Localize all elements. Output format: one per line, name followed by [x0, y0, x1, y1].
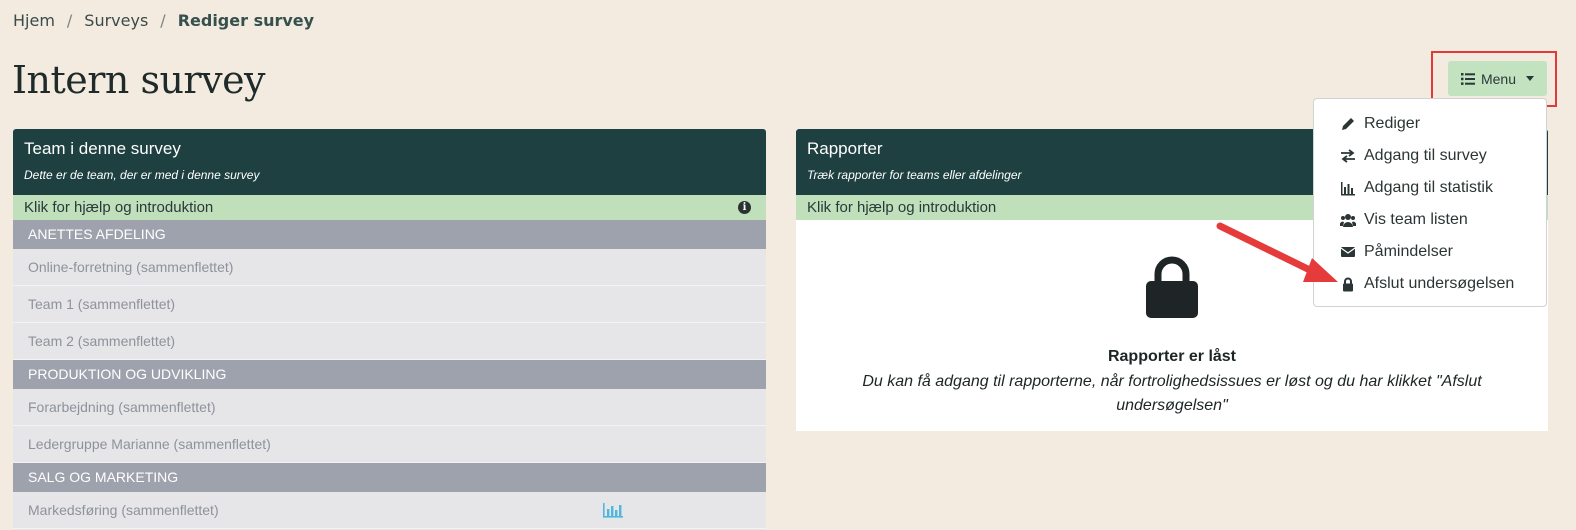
reports-help-label: Klik for hjælp og introduktion	[807, 199, 997, 216]
exchange-icon	[1341, 149, 1355, 163]
teams-help-bar[interactable]: Klik for hjælp og introduktion i	[13, 195, 766, 220]
info-icon[interactable]: i	[738, 201, 751, 214]
breadcrumb-surveys[interactable]: Surveys	[84, 11, 148, 30]
menu-item-label: Rediger	[1364, 115, 1421, 132]
pencil-icon	[1342, 118, 1354, 130]
teams-panel-header: Team i denne survey Dette er de team, de…	[13, 129, 766, 195]
menu-item-vis-team[interactable]: Vis team listen	[1314, 204, 1546, 236]
bar-chart-icon	[1341, 182, 1355, 196]
breadcrumb-home[interactable]: Hjem	[13, 11, 55, 30]
menu-item-label: Vis team listen	[1364, 211, 1468, 228]
team-row-label: Markedsføring (sammenflettet)	[28, 502, 219, 518]
menu-item-label: Adgang til statistik	[1364, 179, 1493, 196]
menu-item-rediger[interactable]: Rediger	[1314, 108, 1546, 140]
locked-text: Du kan få adgang til rapporterne, når fo…	[862, 373, 1482, 414]
menu-button[interactable]: Menu	[1448, 61, 1547, 96]
team-row[interactable]: Team 2 (sammenflettet)	[13, 323, 766, 360]
menu-item-label: Påmindelser	[1364, 243, 1453, 260]
team-row[interactable]: Ledergruppe Marianne (sammenflettet)	[13, 426, 766, 463]
group-header: PRODUKTION OG UDVIKLING	[13, 360, 766, 389]
menu-button-label: Menu	[1480, 70, 1517, 87]
page-title: Intern survey	[12, 58, 266, 102]
menu-item-label: Adgang til survey	[1364, 147, 1487, 164]
menu-item-adgang-survey[interactable]: Adgang til survey	[1314, 140, 1546, 172]
menu-item-adgang-statistik[interactable]: Adgang til statistik	[1314, 172, 1546, 204]
breadcrumb: Hjem / Surveys / Rediger survey	[13, 11, 314, 30]
teams-panel-subtitle: Dette er de team, der er med i denne sur…	[24, 168, 260, 182]
chevron-down-icon	[1526, 76, 1535, 81]
teams-panel: Team i denne survey Dette er de team, de…	[13, 129, 766, 530]
group-header: SALG OG MARKETING	[13, 463, 766, 492]
menu-item-label: Afslut undersøgelsen	[1364, 275, 1515, 292]
menu-item-afslut[interactable]: Afslut undersøgelsen	[1314, 268, 1546, 300]
breadcrumb-separator: /	[160, 11, 166, 30]
bar-chart-icon[interactable]	[602, 502, 624, 518]
list-icon	[1460, 72, 1475, 85]
lock-icon	[1146, 256, 1198, 318]
team-row[interactable]: Online-forretning (sammenflettet)	[13, 249, 766, 286]
menu-item-paamindelser[interactable]: Påmindelser	[1314, 236, 1546, 268]
annotation-arrow-icon	[1216, 222, 1338, 282]
team-row[interactable]: Markedsføring (sammenflettet)	[13, 492, 766, 529]
teams-panel-title: Team i denne survey	[24, 139, 181, 158]
team-row[interactable]: Forarbejdning (sammenflettet)	[13, 389, 766, 426]
locked-title: Rapporter er låst	[1107, 348, 1237, 365]
menu-dropdown: Rediger Adgang til survey Adgang til sta…	[1313, 98, 1547, 307]
team-row[interactable]: Team 1 (sammenflettet)	[13, 286, 766, 323]
group-header: ANETTES AFDELING	[13, 220, 766, 249]
breadcrumb-current: Rediger survey	[177, 11, 315, 30]
breadcrumb-separator: /	[66, 11, 73, 30]
teams-help-label: Klik for hjælp og introduktion	[24, 199, 214, 216]
